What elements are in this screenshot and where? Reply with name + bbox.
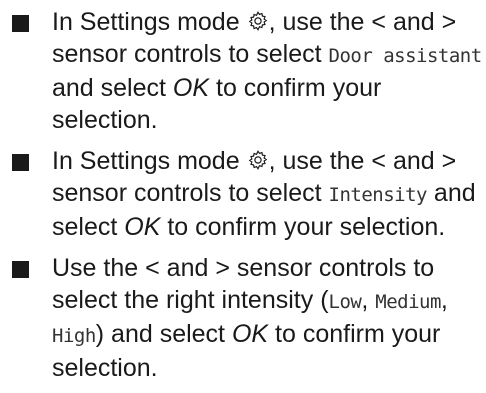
step-text: to confirm your selection.	[160, 213, 446, 241]
ok-control-label: OK	[172, 74, 210, 102]
step-text: and	[386, 8, 442, 36]
step-text: and	[159, 254, 216, 282]
ok-control-label: OK	[231, 320, 269, 348]
step-text: , use the	[268, 147, 372, 175]
step-text: sensor controls to select	[52, 179, 329, 207]
display-text-medium: Medium	[375, 291, 441, 313]
step-text: In Settings mode	[52, 8, 247, 36]
display-text-high: High	[52, 325, 96, 347]
gear-icon	[247, 10, 269, 32]
greater-than-control-symbol: >	[441, 147, 457, 175]
gear-icon	[247, 149, 269, 171]
instruction-list: In Settings mode , use the < and > senso…	[0, 6, 486, 393]
display-text-low: Low	[328, 291, 362, 313]
greater-than-control-symbol: >	[441, 8, 457, 36]
greater-than-control-symbol: >	[215, 254, 230, 282]
step-text: Use the	[52, 254, 146, 282]
step-text: and	[386, 147, 442, 175]
step-text: ) and select	[95, 320, 232, 348]
step-text: ,	[361, 286, 376, 314]
less-than-control-symbol: <	[371, 8, 387, 36]
less-than-control-symbol: <	[145, 254, 160, 282]
instruction-step-2: In Settings mode , use the < and > senso…	[0, 145, 486, 243]
display-text-intensity: Intensity	[328, 184, 428, 206]
step-text: , use the	[268, 8, 372, 36]
step-text: and select	[52, 74, 173, 102]
ok-control-label: OK	[124, 213, 161, 241]
step-text: ,	[440, 286, 448, 314]
square-bullet	[12, 261, 29, 278]
square-bullet	[12, 154, 29, 171]
step-text: sensor controls to select	[52, 40, 329, 68]
square-bullet	[12, 15, 29, 32]
step-text: In Settings mode	[52, 147, 247, 175]
instruction-step-1: In Settings mode , use the < and > senso…	[0, 6, 486, 136]
display-text-door-assistant: Door assistant	[328, 45, 483, 67]
less-than-control-symbol: <	[371, 147, 387, 175]
instruction-step-3: Use the < and > sensor controls to selec…	[0, 252, 486, 384]
